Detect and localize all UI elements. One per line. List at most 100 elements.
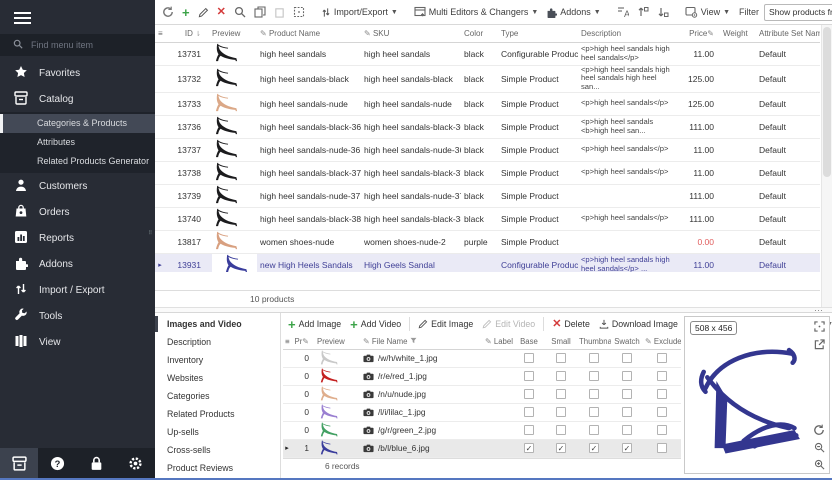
column-header-type[interactable]: Type [498,25,578,42]
cell-attribute-set[interactable]: Default [756,230,820,253]
rotate-icon[interactable] [813,424,825,436]
small-checkbox[interactable] [556,389,566,399]
base-checkbox[interactable] [524,353,534,363]
cell-id[interactable]: 13739 [165,184,209,207]
sidebar-item-orders[interactable]: Orders [0,199,155,225]
cell-description[interactable] [578,230,680,253]
cell-sku[interactable]: high heel sandals-nude-37 [361,184,461,207]
cell-weight[interactable] [720,65,756,92]
cell-price[interactable]: 11.00 [680,138,720,161]
cell-preview[interactable] [209,207,257,230]
table-row[interactable]: 13732 high heel sandals-black high heel … [155,65,820,92]
cell-sku[interactable]: high heel sandals-nude [361,92,461,115]
cell-type[interactable]: Simple Product [498,161,578,184]
cell-price[interactable]: 111.00 [680,115,720,138]
column-header-price[interactable]: Price✎ [680,25,720,42]
cell-color[interactable]: black [461,92,498,115]
cell-id[interactable]: 13736 [165,115,209,138]
cell-product-name[interactable]: high heel sandals-nude [257,92,361,115]
cell-exclude[interactable] [643,385,681,403]
delete-image-button[interactable]: ✕ Delete [549,317,593,332]
cell-priority[interactable]: 0 [291,349,315,367]
cell-sku[interactable]: women shoes-nude-2 [361,230,461,253]
cell-type[interactable]: Simple Product [498,207,578,230]
cell-product-name[interactable]: high heel sandals-black [257,65,361,92]
cell-color[interactable]: black [461,207,498,230]
cell-color[interactable]: black [461,65,498,92]
table-row[interactable]: 13736 high heel sandals-black-36 high he… [155,115,820,138]
exclude-checkbox[interactable] [657,443,667,453]
scrollbar-thumb[interactable] [823,27,831,177]
cell-swatch[interactable]: ✓ [611,439,643,457]
thumbnail-checkbox[interactable] [589,371,599,381]
table-row[interactable]: 13731 high heel sandals high heel sandal… [155,42,820,65]
cell-preview[interactable] [209,161,257,184]
cell-product-name[interactable]: high heel sandals-nude-37 [257,184,361,207]
download-image-button[interactable]: Download Image [596,317,681,331]
cell-priority[interactable]: 0 [291,385,315,403]
cell-exclude[interactable] [643,367,681,385]
cell-swatch[interactable] [611,367,643,385]
column-header-exclude[interactable]: ✎ Exclude [643,335,681,349]
column-header-description[interactable]: Description [578,25,680,42]
grid-options-icon[interactable]: ≡ [155,25,165,42]
detail-tab[interactable]: Up-sells [155,423,280,441]
cell-weight[interactable] [720,184,756,207]
cell-swatch[interactable] [611,421,643,439]
cell-color[interactable]: black [461,138,498,161]
detail-tab[interactable]: Images and Video [155,315,280,333]
cell-color[interactable]: black [461,42,498,65]
cell-priority[interactable]: 0 [291,367,315,385]
hamburger-menu-icon[interactable] [0,0,155,34]
edit-video-button[interactable]: Edit Video [479,317,538,331]
cell-weight[interactable] [720,230,756,253]
base-checkbox[interactable] [524,389,534,399]
small-checkbox[interactable] [556,407,566,417]
cell-color[interactable]: black [461,115,498,138]
sidebar-item-tools[interactable]: Tools [0,303,155,329]
cell-weight[interactable] [720,42,756,65]
cell-priority[interactable]: 1 [291,439,315,457]
paste-button[interactable] [271,5,288,20]
add-row-button[interactable]: + [179,5,193,20]
cell-id[interactable]: 13740 [165,207,209,230]
cell-product-name[interactable]: high heel sandals-nude-36 [257,138,361,161]
cell-label[interactable] [483,439,513,457]
column-header-preview[interactable]: Preview [209,25,257,42]
detail-tab[interactable]: Inventory [155,351,280,369]
cell-exclude[interactable] [643,421,681,439]
column-header-priority[interactable]: Pr✎ [291,335,315,349]
cell-price[interactable]: 11.00 [680,161,720,184]
cell-preview[interactable] [209,138,257,161]
column-header-file-name[interactable]: ✎ File Name [361,335,483,349]
cell-color[interactable]: purple [461,230,498,253]
cell-description[interactable]: <p>high heel sandals high heel sandals h… [578,65,680,92]
add-video-button[interactable]: + Add Video [347,317,404,332]
cell-label[interactable] [483,421,513,439]
sidebar-item-reports[interactable]: Reports [0,225,155,251]
cell-label[interactable] [483,403,513,421]
small-checkbox[interactable] [556,425,566,435]
base-checkbox[interactable] [524,407,534,417]
sidebar-item-view[interactable]: View [0,329,155,355]
cell-small[interactable] [545,421,577,439]
cell-exclude[interactable] [643,349,681,367]
exclude-checkbox[interactable] [657,353,667,363]
sidebar-item-attributes[interactable]: Attributes [0,133,155,152]
cell-file-name[interactable]: /l/i/lilac_1.jpg [361,403,483,421]
sidebar-item-addons[interactable]: Addons [0,251,155,277]
cell-preview[interactable] [315,403,361,421]
sidebar-item-favorites[interactable]: Favorites [0,60,155,86]
cell-exclude[interactable] [643,403,681,421]
column-header-product-name[interactable]: ✎ Product Name [257,25,361,42]
column-header-id[interactable]: ID ⇂ [165,25,209,42]
table-row[interactable]: 0 /r/e/red_1.jpg [283,367,681,385]
cell-price[interactable]: 111.00 [680,207,720,230]
cell-file-name[interactable]: /n/u/nude.jpg [361,385,483,403]
cell-base[interactable]: ✓ [513,439,545,457]
cell-type[interactable]: Simple Product [498,65,578,92]
zoom-out-icon[interactable] [814,442,825,453]
swatch-checkbox[interactable] [622,353,632,363]
cell-product-name[interactable]: high heel sandals-black-36 [257,115,361,138]
cell-sku[interactable]: high heel sandals-black-38 [361,207,461,230]
